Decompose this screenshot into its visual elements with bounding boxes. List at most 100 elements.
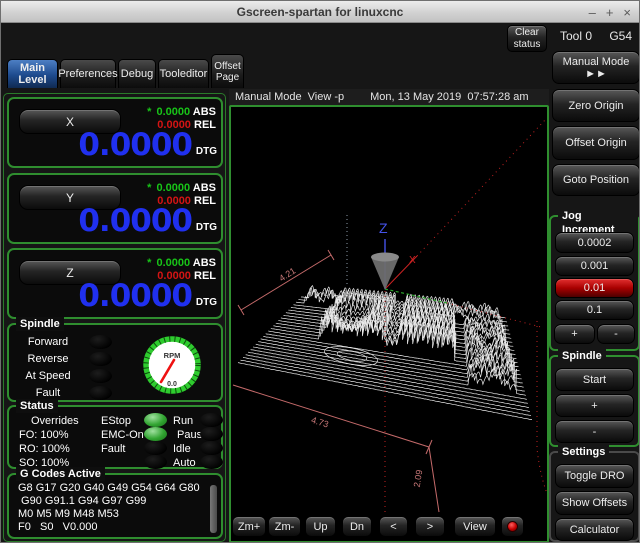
estop-label: EStop <box>101 415 131 427</box>
pan-up-button[interactable]: Up <box>305 516 336 537</box>
app-window: Gscreen-spartan for linuxcnc – + × Clear… <box>0 0 640 543</box>
x-axis-label: X <box>409 255 416 266</box>
spindle-control-title: Spindle <box>558 349 606 363</box>
dro-panel-x: X *0.0000 ABS 0.0000 REL 0.0000 DTG <box>7 97 223 168</box>
dimension-height-label: 4.21 <box>277 266 297 284</box>
auto-led <box>200 455 223 469</box>
auto-label: Auto <box>173 457 196 469</box>
window-title: Gscreen-spartan for linuxcnc <box>237 5 404 19</box>
fault-label: Fault <box>101 443 125 455</box>
gcodes-panel: G Codes Active G8 G17 G20 G40 G49 G54 G6… <box>7 473 223 539</box>
y-dtg-value: 0.0000 <box>78 203 192 239</box>
surface-contour <box>323 343 379 369</box>
clear-status-button[interactable]: Clear status <box>507 25 547 52</box>
mode-cycle-button[interactable]: Manual Mode ►► <box>552 51 640 84</box>
rpm-gauge: RPM 0.0 <box>143 335 201 395</box>
tool-cone-top <box>371 253 399 262</box>
offset-origin-button[interactable]: Offset Origin <box>552 126 640 160</box>
spindle-fault-led <box>89 386 112 400</box>
clear-plot-button[interactable] <box>501 516 524 537</box>
spindle-forward-label: Forward <box>17 336 79 348</box>
status-panel-title: Status <box>16 399 58 413</box>
zero-origin-button[interactable]: Zero Origin <box>552 89 640 122</box>
status-panel: Status Overrides FO: 100% RO: 100% SO: 1… <box>7 405 223 469</box>
tab-offset-page[interactable]: Offset Page <box>211 54 244 88</box>
tab-preferences[interactable]: Preferences <box>60 59 116 88</box>
spindle-reverse-led <box>89 352 112 366</box>
dimension-lines <box>233 250 439 512</box>
viewer-header: Manual Mode View -p Mon, 13 May 2019 07:… <box>229 89 549 105</box>
y-abs-value: 0.0000 <box>156 182 190 194</box>
gremlin-3d-preview[interactable]: 4.21 4.73 2.09 Z X Zm+ Zm- Up Dn < > Vie… <box>229 105 549 543</box>
datetime-text: Mon, 13 May 2019 07:57:28 am <box>370 91 528 103</box>
spindle-panel-title: Spindle <box>16 317 64 331</box>
zoom-in-button[interactable]: Zm+ <box>232 516 266 537</box>
overrides-label: Overrides <box>31 415 79 427</box>
run-label: Run <box>173 415 193 427</box>
dimension-width-label: 4.73 <box>310 415 330 430</box>
z-homed-mark: * <box>147 257 151 269</box>
gcodes-line: G8 G17 G20 G40 G49 G54 G64 G80 <box>18 482 200 494</box>
goto-position-button[interactable]: Goto Position <box>552 164 640 196</box>
gcodes-line: G90 G91.1 G94 G97 G99 <box>18 495 146 507</box>
y-homed-mark: * <box>147 182 151 194</box>
dtg-label: DTG <box>196 222 217 233</box>
tool-cone <box>371 257 399 290</box>
settings-frame: Settings Toggle DRO Show Offsets Calcula… <box>549 451 640 542</box>
emc-on-label: EMC-On <box>101 429 144 441</box>
spindle-plus-button[interactable]: + <box>555 394 634 417</box>
abs-label: ABS <box>193 182 216 194</box>
close-icon[interactable]: × <box>623 6 631 19</box>
machine-mode-text: Manual Mode <box>235 91 302 103</box>
x-abs-value: 0.0000 <box>156 106 190 118</box>
view-cycle-button[interactable]: View <box>454 516 496 537</box>
pan-left-button[interactable]: < <box>379 516 408 537</box>
spindle-control-frame: Spindle Start + - <box>549 355 640 447</box>
fault-led <box>144 441 167 455</box>
show-offsets-button[interactable]: Show Offsets <box>555 491 634 515</box>
jog-minus-button[interactable]: - <box>597 324 635 344</box>
gcodes-line: M0 M5 M9 M48 M53 <box>18 508 119 520</box>
spindle-fault-label: Fault <box>17 387 79 399</box>
pan-right-button[interactable]: > <box>415 516 445 537</box>
z-axis-label: Z <box>379 220 388 236</box>
feed-override: FO: 100% <box>19 429 69 441</box>
tool-number: Tool 0 <box>560 29 592 43</box>
emc-on-led <box>144 427 167 441</box>
spindle-atspeed-led <box>89 369 112 383</box>
jog-0.001-button[interactable]: 0.001 <box>555 256 634 276</box>
pan-down-button[interactable]: Dn <box>342 516 372 537</box>
jog-0.0002-button[interactable]: 0.0002 <box>555 232 634 253</box>
dro-panel-y: Y *0.0000 ABS 0.0000 REL 0.0000 DTG <box>7 173 223 244</box>
abs-label: ABS <box>193 257 216 269</box>
x-axis-extent <box>417 119 546 256</box>
offset-system: G54 <box>609 29 632 43</box>
dtg-label: DTG <box>196 146 217 157</box>
toolpath-plot[interactable]: 4.21 4.73 2.09 Z X <box>231 107 547 541</box>
tab-debug[interactable]: Debug <box>118 59 156 88</box>
maximize-icon[interactable]: + <box>606 6 614 19</box>
clear-plot-icon <box>507 521 518 532</box>
spindle-status-panel: Spindle Forward Reverse At Speed Fault R… <box>7 323 223 402</box>
jog-0.01-button[interactable]: 0.01 <box>555 278 634 298</box>
gcodes-scrollbar[interactable] <box>210 485 217 533</box>
calculator-button[interactable]: Calculator <box>555 518 634 541</box>
idle-led <box>200 441 223 455</box>
spindle-minus-button[interactable]: - <box>555 420 634 443</box>
spindle-start-button[interactable]: Start <box>555 368 634 391</box>
toolpath-surface <box>238 286 532 420</box>
rel-label: REL <box>194 195 216 207</box>
tab-main-level[interactable]: Main Level <box>7 59 58 88</box>
jog-increment-frame: Jog Increment 0.0002 0.001 0.01 0.1 + - <box>549 215 640 351</box>
tool-status-header: Tool 0 G54 <box>553 29 639 43</box>
jog-0.1-button[interactable]: 0.1 <box>555 300 634 320</box>
rpm-gauge-label: RPM <box>164 351 181 360</box>
rel-label: REL <box>194 270 216 282</box>
minimize-icon[interactable]: – <box>589 6 596 19</box>
tab-tooleditor[interactable]: Tooleditor <box>158 59 209 88</box>
jog-plus-button[interactable]: + <box>554 324 595 344</box>
rpm-gauge-value: 0.0 <box>167 381 177 388</box>
zoom-out-button[interactable]: Zm- <box>268 516 301 537</box>
titlebar: Gscreen-spartan for linuxcnc – + × <box>1 1 639 23</box>
toggle-dro-button[interactable]: Toggle DRO <box>555 464 634 488</box>
